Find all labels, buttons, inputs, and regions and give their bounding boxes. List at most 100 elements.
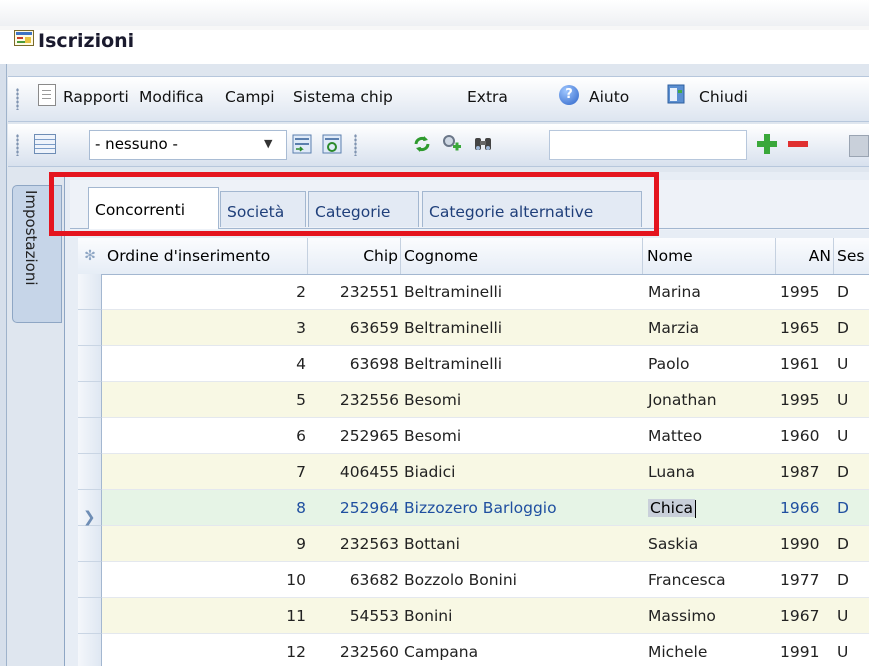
cell-order[interactable]: 2: [102, 274, 306, 310]
tab-societa[interactable]: Società: [220, 191, 306, 227]
cell-order[interactable]: 11: [102, 598, 306, 634]
cell-chip[interactable]: 406455: [308, 454, 399, 490]
row-selector[interactable]: [78, 418, 102, 454]
cell-name[interactable]: Marina: [648, 274, 774, 310]
row-selector[interactable]: [78, 562, 102, 598]
cell-chip[interactable]: 63659: [308, 310, 399, 346]
cell-sex[interactable]: U: [837, 634, 867, 666]
cell-chip[interactable]: 232551: [308, 274, 399, 310]
cell-chip[interactable]: 54553: [308, 598, 399, 634]
add-icon[interactable]: [757, 134, 777, 154]
grid-layout-icon[interactable]: [34, 134, 56, 154]
binoculars-icon[interactable]: [473, 134, 493, 154]
col-header-chip[interactable]: Chip: [308, 238, 401, 274]
col-header-order[interactable]: Ordine d'inserimento: [102, 238, 308, 274]
chevron-down-icon[interactable]: ▼: [264, 137, 272, 150]
cell-sex[interactable]: U: [837, 382, 867, 418]
row-selector[interactable]: [78, 346, 102, 382]
cell-name[interactable]: Matteo: [648, 418, 774, 454]
cell-chip[interactable]: 63698: [308, 346, 399, 382]
cell-name[interactable]: Saskia: [648, 526, 774, 562]
cell-year[interactable]: 1995: [780, 382, 828, 418]
cell-order[interactable]: 6: [102, 418, 306, 454]
cell-sex[interactable]: U: [837, 418, 867, 454]
cell-edit-text[interactable]: Chica: [648, 499, 695, 517]
cell-sex[interactable]: U: [837, 346, 867, 382]
menu-rapporti[interactable]: Rapporti: [63, 88, 129, 106]
refresh-icon[interactable]: [412, 134, 432, 154]
cell-sex[interactable]: D: [837, 490, 867, 526]
cell-surname[interactable]: Beltraminelli: [404, 310, 642, 346]
remove-icon[interactable]: [788, 141, 808, 147]
cell-sex[interactable]: D: [837, 274, 867, 310]
row-selector[interactable]: [78, 526, 102, 562]
menu-aiuto[interactable]: Aiuto: [589, 88, 629, 106]
cell-chip[interactable]: 232556: [308, 382, 399, 418]
col-header-nome[interactable]: Nome: [643, 238, 776, 274]
cell-year[interactable]: 1995: [780, 274, 828, 310]
cell-year[interactable]: 1967: [780, 598, 828, 634]
cell-sex[interactable]: D: [837, 526, 867, 562]
cell-order[interactable]: 9: [102, 526, 306, 562]
cell-order[interactable]: 4: [102, 346, 306, 382]
cell-surname[interactable]: Bonini: [404, 598, 642, 634]
cell-name[interactable]: Luana: [648, 454, 774, 490]
cell-name[interactable]: Paolo: [648, 346, 774, 382]
menu-modifica[interactable]: Modifica: [139, 88, 204, 106]
filter-icon[interactable]: [442, 134, 462, 154]
cell-order[interactable]: 8: [102, 490, 306, 526]
row-selector[interactable]: [78, 310, 102, 346]
cell-surname[interactable]: Beltraminelli: [404, 346, 642, 382]
cell-chip[interactable]: 63682: [308, 562, 399, 598]
search-input[interactable]: [549, 130, 747, 160]
cell-year[interactable]: 1966: [780, 490, 828, 526]
cell-surname[interactable]: Besomi: [404, 382, 642, 418]
row-selector[interactable]: [78, 634, 102, 666]
toolbar-grip[interactable]: [16, 134, 19, 156]
layout-refresh-icon[interactable]: [322, 134, 342, 154]
save-icon[interactable]: [849, 135, 869, 157]
cell-name[interactable]: Francesca: [648, 562, 774, 598]
help-icon[interactable]: ?: [559, 85, 579, 105]
cell-sex[interactable]: D: [837, 310, 867, 346]
menu-sistema-chip[interactable]: Sistema chip: [293, 88, 393, 106]
cell-surname[interactable]: Bottani: [404, 526, 642, 562]
col-header-an[interactable]: AN: [776, 238, 834, 274]
cell-year[interactable]: 1977: [780, 562, 828, 598]
cell-year[interactable]: 1987: [780, 454, 828, 490]
cell-year[interactable]: 1991: [780, 634, 828, 666]
cell-order[interactable]: 5: [102, 382, 306, 418]
row-selector[interactable]: [78, 382, 102, 418]
cell-order[interactable]: 10: [102, 562, 306, 598]
cell-order[interactable]: 12: [102, 634, 306, 666]
cell-name[interactable]: Michele: [648, 634, 774, 666]
menu-campi[interactable]: Campi: [225, 88, 275, 106]
cell-chip[interactable]: 232560: [308, 634, 399, 666]
cell-surname[interactable]: Besomi: [404, 418, 642, 454]
col-header-sesso[interactable]: Ses: [834, 238, 869, 274]
row-selector[interactable]: [78, 274, 102, 310]
cell-surname[interactable]: Bizzozero Barloggio: [404, 490, 642, 526]
tab-categorie[interactable]: Categorie: [308, 191, 419, 227]
cell-year[interactable]: 1990: [780, 526, 828, 562]
menubar-grip[interactable]: [16, 88, 19, 110]
col-header-cognome[interactable]: Cognome: [401, 238, 643, 274]
cell-sex[interactable]: U: [837, 598, 867, 634]
cell-year[interactable]: 1965: [780, 310, 828, 346]
cell-year[interactable]: 1961: [780, 346, 828, 382]
menu-chiudi[interactable]: Chiudi: [699, 88, 748, 106]
cell-year[interactable]: 1960: [780, 418, 828, 454]
cell-surname[interactable]: Bozzolo Bonini: [404, 562, 642, 598]
cell-name[interactable]: Massimo: [648, 598, 774, 634]
cell-chip[interactable]: 252964: [308, 490, 399, 526]
cell-name[interactable]: Jonathan: [648, 382, 774, 418]
layout-save-icon[interactable]: [292, 134, 312, 154]
close-app-icon[interactable]: [667, 84, 685, 104]
cell-surname[interactable]: Beltraminelli: [404, 274, 642, 310]
cell-chip[interactable]: 232563: [308, 526, 399, 562]
cell-order[interactable]: 7: [102, 454, 306, 490]
cell-surname[interactable]: Campana: [404, 634, 642, 666]
cell-order[interactable]: 3: [102, 310, 306, 346]
row-selector[interactable]: [78, 598, 102, 634]
cell-chip[interactable]: 252965: [308, 418, 399, 454]
